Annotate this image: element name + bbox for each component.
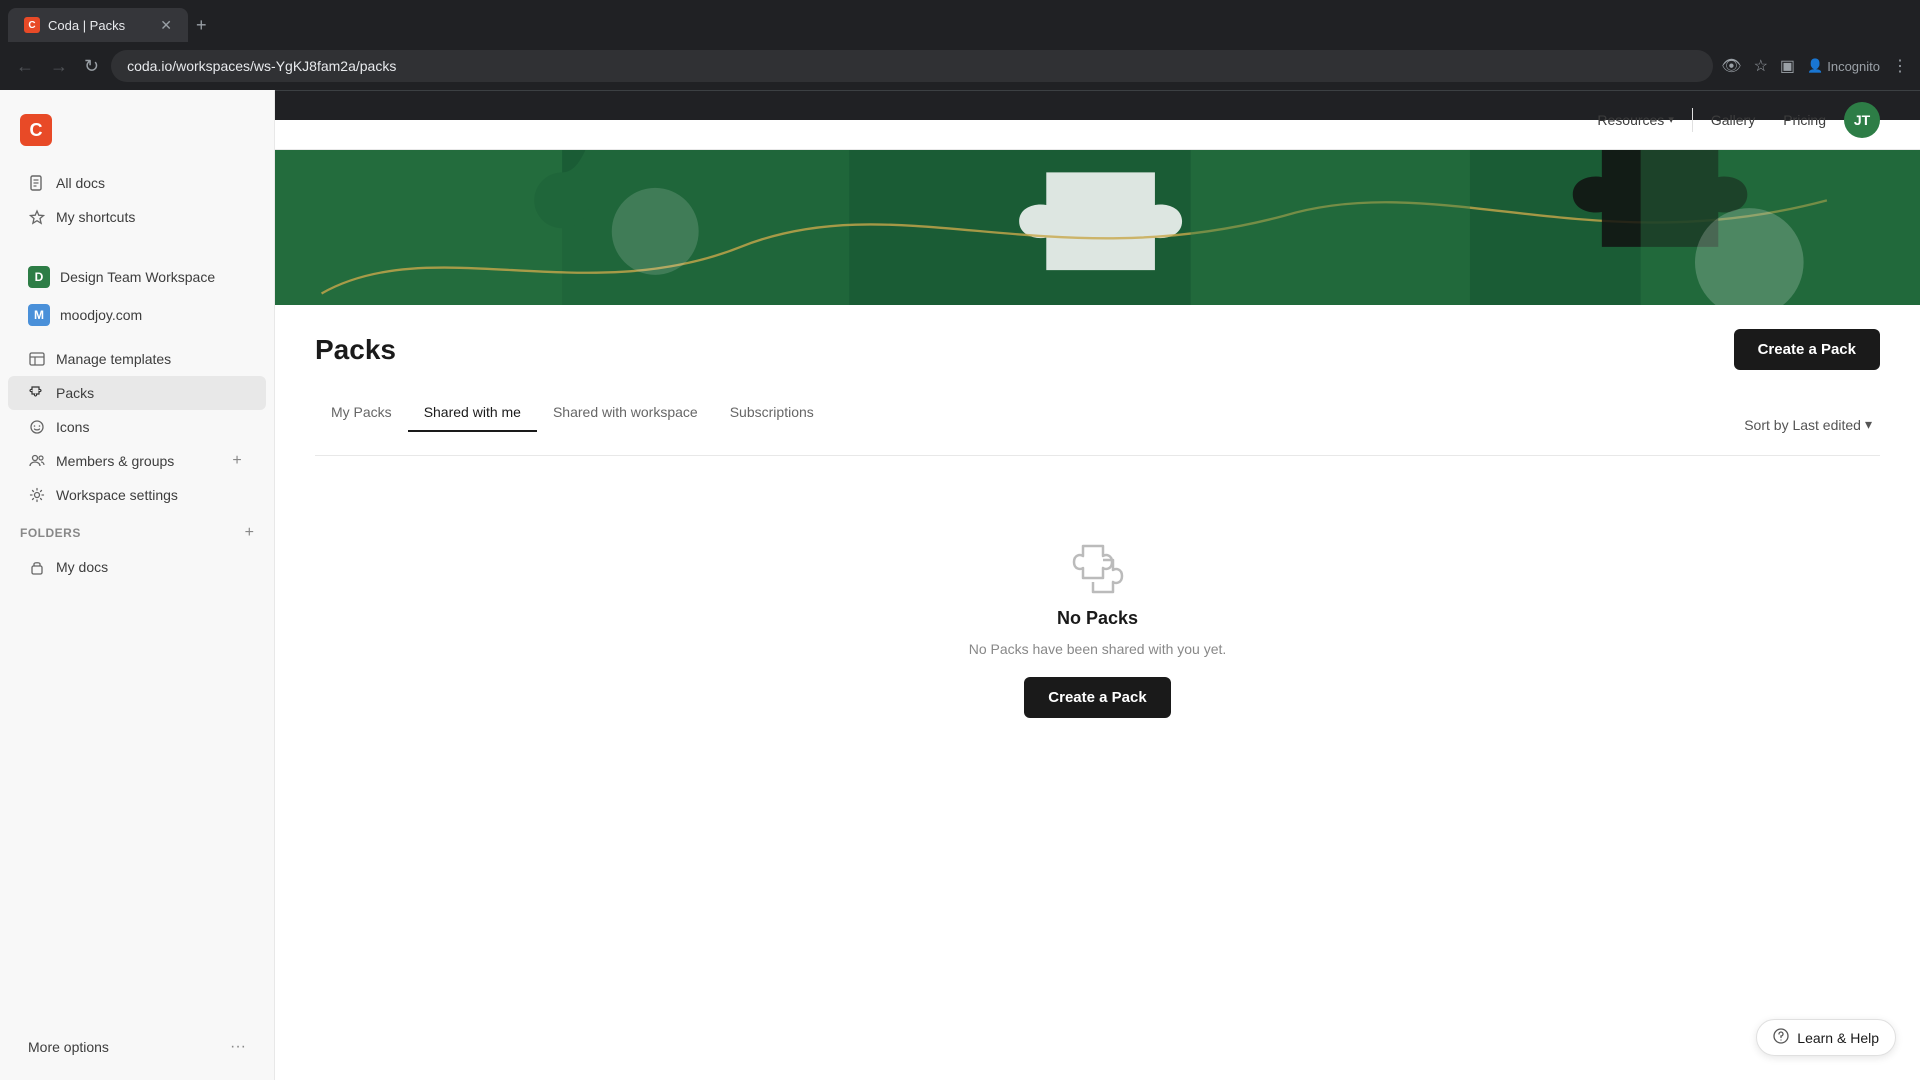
folders-header: FOLDERS +	[0, 516, 274, 546]
gallery-button[interactable]: Gallery	[1701, 106, 1765, 134]
learn-help-button[interactable]: Learn & Help	[1756, 1019, 1896, 1056]
sidebar-item-my-shortcuts[interactable]: My shortcuts	[8, 200, 266, 234]
template-icon	[28, 350, 46, 368]
app: C All docs My shortcuts D Design Team Wo	[0, 90, 1920, 1080]
sidebar-item-design-team[interactable]: D Design Team Workspace	[8, 258, 266, 296]
more-options[interactable]: More options ···	[8, 1030, 266, 1064]
refresh-button[interactable]: ↻	[80, 52, 103, 81]
empty-title: No Packs	[1057, 608, 1138, 629]
sidebar-nav-section: All docs My shortcuts	[0, 162, 274, 238]
all-docs-label: All docs	[56, 175, 246, 191]
puzzle-icon	[28, 384, 46, 402]
learn-help-icon	[1773, 1028, 1789, 1047]
sidebar-item-moodjoy[interactable]: M moodjoy.com	[8, 296, 266, 334]
tab-favicon: C	[24, 17, 40, 33]
tab-shared-with-workspace[interactable]: Shared with workspace	[537, 394, 714, 432]
sidebar-item-icons[interactable]: Icons	[8, 410, 266, 444]
my-shortcuts-label: My shortcuts	[56, 209, 246, 225]
moodjoy-avatar: M	[28, 304, 50, 326]
sort-chevron-icon: ▾	[1865, 416, 1872, 433]
workspace-nav-section: Manage templates Packs Icons Members & g…	[0, 338, 274, 516]
moodjoy-label: moodjoy.com	[60, 307, 246, 323]
add-folder-button[interactable]: +	[245, 524, 254, 542]
tab-subscriptions[interactable]: Subscriptions	[714, 394, 830, 432]
back-button[interactable]: ←	[12, 52, 38, 81]
hero-pattern	[275, 150, 1920, 305]
tab-close-button[interactable]: ✕	[160, 17, 172, 34]
pricing-button[interactable]: Pricing	[1773, 106, 1836, 134]
sidebar-item-workspace-settings[interactable]: Workspace settings	[8, 478, 266, 512]
sort-control: Sort by Last edited ▾	[1736, 408, 1880, 441]
people-icon	[28, 452, 46, 470]
sidebar-item-manage-templates[interactable]: Manage templates	[8, 342, 266, 376]
smiley-icon	[28, 418, 46, 436]
manage-templates-label: Manage templates	[56, 351, 246, 367]
empty-description: No Packs have been shared with you yet.	[969, 641, 1227, 657]
add-member-icon[interactable]: +	[228, 452, 246, 470]
empty-puzzle-icon	[1068, 536, 1128, 596]
sidebar-item-members-groups[interactable]: Members & groups +	[8, 444, 266, 478]
top-nav: Resources ▾ Gallery Pricing JT	[275, 90, 1920, 150]
sidebar-item-packs[interactable]: Packs	[8, 376, 266, 410]
sidebar-item-all-docs[interactable]: All docs	[8, 166, 266, 200]
design-team-label: Design Team Workspace	[60, 269, 246, 285]
incognito-label: 👤 Incognito	[1807, 58, 1880, 74]
folders-label: FOLDERS	[20, 526, 81, 540]
tab-my-packs[interactable]: My Packs	[315, 394, 408, 432]
eye-slash-icon: 👁︎	[1721, 56, 1741, 76]
user-avatar[interactable]: JT	[1844, 102, 1880, 138]
empty-state: No Packs No Packs have been shared with …	[315, 456, 1880, 798]
page-header: Packs Create a Pack	[315, 329, 1880, 370]
tab-shared-with-me[interactable]: Shared with me	[408, 394, 537, 432]
forward-button[interactable]: →	[46, 52, 72, 81]
browser-toolbar: ← → ↻ 👁︎ ☆ ▣ 👤 Incognito ⋮	[0, 42, 1920, 90]
my-docs-label: My docs	[56, 559, 246, 575]
bookmark-star-icon[interactable]: ☆	[1754, 56, 1768, 76]
nav-links: Resources ▾ Gallery Pricing JT	[1587, 102, 1880, 138]
design-team-avatar: D	[28, 266, 50, 288]
packs-label: Packs	[56, 385, 246, 401]
sidebar-item-my-docs[interactable]: My docs	[8, 550, 266, 584]
learn-help-label: Learn & Help	[1797, 1030, 1879, 1046]
folders-section: My docs	[0, 546, 274, 588]
workspace-settings-label: Workspace settings	[56, 487, 246, 503]
star-icon	[28, 208, 46, 226]
coda-logo: C	[20, 114, 52, 146]
browser-tab-active[interactable]: C Coda | Packs ✕	[8, 8, 188, 42]
browser-tabs: C Coda | Packs ✕ +	[0, 0, 1920, 42]
browser-chrome: C Coda | Packs ✕ + ← → ↻ 👁︎ ☆ ▣ 👤 Incogn…	[0, 0, 1920, 90]
sidebar: C All docs My shortcuts D Design Team Wo	[0, 90, 275, 1080]
chevron-down-icon: ▾	[1668, 113, 1674, 126]
lock-icon	[28, 558, 46, 576]
create-pack-button-header[interactable]: Create a Pack	[1734, 329, 1880, 370]
gear-icon	[28, 486, 46, 504]
doc-icon	[28, 174, 46, 192]
split-screen-icon[interactable]: ▣	[1780, 56, 1795, 76]
browser-actions: 👁︎ ☆ ▣ 👤 Incognito ⋮	[1721, 56, 1908, 76]
menu-icon[interactable]: ⋮	[1892, 56, 1908, 76]
content-area: Packs Create a Pack My Packs Shared with…	[275, 150, 1920, 1080]
create-pack-button-empty[interactable]: Create a Pack	[1024, 677, 1170, 718]
nav-separator	[1692, 108, 1693, 132]
address-bar[interactable]	[111, 50, 1713, 82]
resources-button[interactable]: Resources ▾	[1587, 106, 1683, 134]
tabs: My Packs Shared with me Shared with work…	[315, 394, 1736, 431]
workspace-section: D Design Team Workspace M moodjoy.com	[0, 254, 274, 338]
incognito-icon: 👤	[1807, 58, 1823, 74]
tab-title: Coda | Packs	[48, 18, 152, 33]
sort-button[interactable]: Sort by Last edited ▾	[1736, 408, 1880, 441]
icons-label: Icons	[56, 419, 246, 435]
content-body: Packs Create a Pack My Packs Shared with…	[275, 305, 1920, 822]
hero-banner	[275, 150, 1920, 305]
more-options-icon: ···	[230, 1038, 246, 1056]
more-options-label: More options	[28, 1039, 109, 1055]
members-groups-label: Members & groups	[56, 453, 218, 469]
main-content: Resources ▾ Gallery Pricing JT	[275, 90, 1920, 1080]
page-title: Packs	[315, 334, 396, 366]
tabs-row: My Packs Shared with me Shared with work…	[315, 394, 1880, 456]
new-tab-button[interactable]: +	[196, 8, 207, 42]
sidebar-logo: C	[0, 106, 274, 162]
